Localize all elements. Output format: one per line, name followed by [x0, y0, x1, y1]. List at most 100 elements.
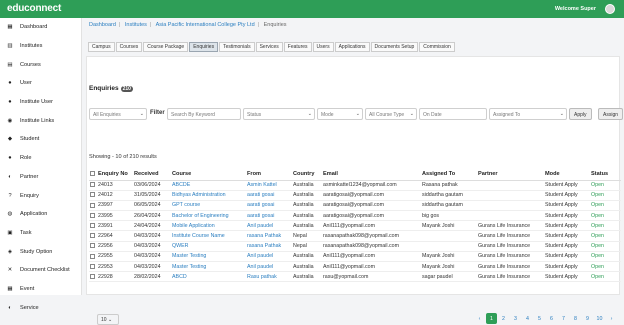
cell-course-link[interactable]: Bidhyas Administration: [171, 190, 246, 201]
row-checkbox[interactable]: [90, 212, 95, 218]
row-checkbox[interactable]: [90, 192, 95, 198]
sidebar-item-dashboard[interactable]: ▦ Dashboard: [0, 18, 81, 37]
table-row[interactable]: 23991 24/04/2024 Mobile Application Anil pa…: [89, 220, 621, 232]
row-checkbox[interactable]: [90, 243, 95, 249]
page-4-button[interactable]: 4: [522, 313, 533, 324]
welcome-text[interactable]: Welcome Super: [555, 6, 596, 12]
table-row[interactable]: 22955 04/03/2024 Master Testing Anil paudel…: [89, 251, 621, 263]
status-select[interactable]: Status ⌄: [243, 108, 315, 120]
sidebar-item-user[interactable]: ● User: [0, 74, 81, 93]
tab-users[interactable]: Users: [312, 42, 334, 52]
table-row[interactable]: 23995 26/04/2024 Bachelor of Engineering aa…: [89, 210, 621, 222]
col-mode[interactable]: Mode: [544, 169, 590, 181]
avatar[interactable]: [605, 4, 615, 14]
assigned-to-select[interactable]: Assigned To ⌄: [489, 108, 567, 120]
cell-course-link[interactable]: ABCDE: [171, 180, 246, 191]
page-6-button[interactable]: 6: [546, 313, 557, 324]
sidebar-item-task[interactable]: ▣ Task: [0, 224, 81, 243]
table-row[interactable]: 24013 03/06/2024 ABCDE Asmin Kattel Australi…: [89, 180, 621, 191]
tab-enquiries[interactable]: Enquiries: [189, 42, 219, 52]
sidebar-item-document-checklist[interactable]: ✕ Document Checklist: [0, 261, 81, 280]
sidebar-item-role[interactable]: ● Role: [0, 149, 81, 168]
cell-from-link[interactable]: aarati gosai: [246, 200, 292, 212]
table-row[interactable]: 24012 31/05/2024 Bidhyas Administration aar…: [89, 190, 621, 201]
cell-course-link[interactable]: Bachelor of Engineering: [171, 210, 246, 222]
mode-select[interactable]: Mode ⌄: [317, 108, 363, 120]
tab-commission[interactable]: Commission: [419, 42, 455, 52]
cell-course-link[interactable]: Master Testing: [171, 261, 246, 273]
page-7-button[interactable]: 7: [558, 313, 569, 324]
course-type-select[interactable]: All Course Type ⌄: [365, 108, 417, 120]
breadcrumb-institutes[interactable]: Institutes: [125, 22, 147, 28]
next-page-button[interactable]: ›: [606, 313, 617, 324]
cell-from-link[interactable]: rasana Pathak: [246, 241, 292, 252]
select-all-checkbox[interactable]: [90, 171, 95, 177]
page-10-button[interactable]: 10: [594, 313, 605, 324]
cell-from-link[interactable]: Rasu pathak: [246, 271, 292, 283]
tab-applications[interactable]: Applications: [334, 42, 370, 52]
page-8-button[interactable]: 8: [570, 313, 581, 324]
col-status[interactable]: Status: [590, 169, 621, 181]
row-checkbox[interactable]: [90, 182, 95, 188]
col-assigned-to[interactable]: Assigned To: [421, 169, 477, 181]
row-checkbox[interactable]: [90, 263, 95, 269]
cell-course-link[interactable]: GPT course: [171, 200, 246, 212]
cell-from-link[interactable]: Anil paudel: [246, 220, 292, 232]
col-course[interactable]: Course: [171, 169, 246, 181]
col-email[interactable]: Email: [322, 169, 421, 181]
cell-course-link[interactable]: Mobile Application: [171, 220, 246, 232]
page-5-button[interactable]: 5: [534, 313, 545, 324]
row-checkbox[interactable]: [90, 273, 95, 279]
page-9-button[interactable]: 9: [582, 313, 593, 324]
col-country[interactable]: Country: [292, 169, 322, 181]
col-enquiry-no[interactable]: Enquiry No: [97, 169, 133, 181]
cell-course-link[interactable]: Master Testing: [171, 251, 246, 263]
prev-page-button[interactable]: ‹: [474, 313, 485, 324]
tab-services[interactable]: Services: [255, 42, 283, 52]
date-input[interactable]: On Date: [419, 108, 487, 120]
table-row[interactable]: 22953 04/03/2024 Master Testing Anil paudel…: [89, 261, 621, 273]
sidebar-item-institute-user[interactable]: ● Institute User: [0, 93, 81, 112]
all-enquiries-select[interactable]: All Enquiries ⌄: [89, 108, 147, 120]
tab-features[interactable]: Features: [283, 42, 312, 52]
breadcrumb-dashboard[interactable]: Dashboard: [89, 22, 116, 28]
sidebar-item-institutes[interactable]: ▥ Institutes: [0, 37, 81, 56]
page-1-button[interactable]: 1: [486, 313, 497, 324]
app-logo[interactable]: educonnect: [7, 3, 61, 14]
row-checkbox[interactable]: [90, 253, 95, 259]
apply-button[interactable]: Apply: [569, 108, 592, 120]
sidebar-item-application[interactable]: ◍ Application: [0, 205, 81, 224]
cell-from-link[interactable]: aarati gosai: [246, 210, 292, 222]
sidebar-item-study-option[interactable]: ◈ Study Option: [0, 242, 81, 261]
page-2-button[interactable]: 2: [498, 313, 509, 324]
cell-course-link[interactable]: ABCD: [171, 271, 246, 283]
table-row[interactable]: 22956 04/03/2024 QWER rasana Pathak Nepal ras…: [89, 241, 621, 252]
col-received[interactable]: Received: [133, 169, 171, 181]
breadcrumb-institute[interactable]: Asia Pacific International College Pty L…: [156, 22, 255, 28]
row-checkbox[interactable]: [90, 233, 95, 239]
sidebar-item-event[interactable]: ▦ Event: [0, 280, 81, 299]
cell-from-link[interactable]: aarati gosai: [246, 190, 292, 201]
cell-from-link[interactable]: rasana Pathak: [246, 230, 292, 242]
cell-from-link[interactable]: Anil paudel: [246, 261, 292, 273]
col-from[interactable]: From: [246, 169, 292, 181]
cell-from-link[interactable]: Anil paudel: [246, 251, 292, 263]
page-3-button[interactable]: 3: [510, 313, 521, 324]
cell-course-link[interactable]: Institute Course Name: [171, 230, 246, 242]
tab-courses[interactable]: Courses: [115, 42, 143, 52]
sidebar-item-enquiry[interactable]: ? Enquiry: [0, 186, 81, 205]
sidebar-item-student[interactable]: ◆ Student: [0, 130, 81, 149]
tab-campus[interactable]: Campus: [88, 42, 115, 52]
col-partner[interactable]: Partner: [477, 169, 544, 181]
sidebar-item-partner[interactable]: ◐ Partner: [0, 168, 81, 187]
cell-course-link[interactable]: QWER: [171, 241, 246, 252]
table-row[interactable]: 22964 04/03/2024 Institute Course Name rasa…: [89, 230, 621, 242]
tab-documents-setup[interactable]: Documents Setup: [370, 42, 419, 52]
sidebar-item-institute-links[interactable]: ◉ Institute Links: [0, 111, 81, 130]
table-row[interactable]: 22928 28/02/2024 ABCD Rasu pathak Australia r…: [89, 271, 621, 283]
search-input[interactable]: Search By Keyword: [167, 108, 241, 120]
row-checkbox[interactable]: [90, 222, 95, 228]
sidebar-item-service[interactable]: ◐ Service: [0, 298, 81, 317]
cell-from-link[interactable]: Asmin Kattel: [246, 180, 292, 191]
row-checkbox[interactable]: [90, 202, 95, 208]
